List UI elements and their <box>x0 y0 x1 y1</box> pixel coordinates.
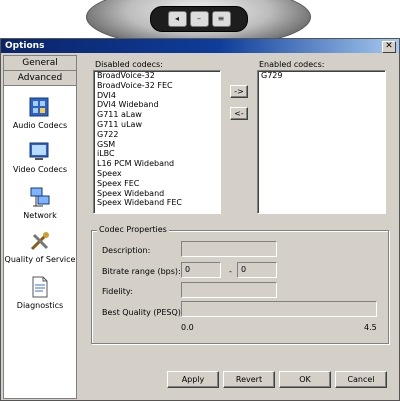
list-item[interactable]: Speex FEC <box>94 179 220 189</box>
list-item[interactable]: G729 <box>258 71 385 81</box>
nav-item-network[interactable]: Network <box>4 186 76 220</box>
bitrate-min-field: 0 <box>181 262 221 278</box>
nav-label-diagnostics: Diagnostics <box>16 301 64 310</box>
quality-scale-max: 4.5 <box>364 323 377 332</box>
nav-label-audio-codecs: Audio Codecs <box>12 121 68 130</box>
nav-label-quality-of-service: Quality of Service <box>4 255 76 264</box>
softphone-control-pad: ◂ – ≡ <box>150 6 248 32</box>
close-icon: ✕ <box>385 41 393 51</box>
options-navigation: General Advanced Audio Codecs Video Code… <box>3 55 77 399</box>
bitrate-label: Bitrate range (bps): <box>102 267 181 276</box>
list-item[interactable]: G711 uLaw <box>94 120 220 130</box>
list-item[interactable]: G711 aLaw <box>94 110 220 120</box>
bitrate-max-field: 0 <box>237 262 277 278</box>
description-field <box>181 241 277 257</box>
options-dialog: Options ✕ General Advanced Audio Codecs <box>0 38 400 401</box>
list-item[interactable]: Speex Wideband <box>94 189 220 199</box>
nav-item-audio-codecs[interactable]: Audio Codecs <box>4 96 76 130</box>
nav-tab-general[interactable]: General <box>4 56 76 71</box>
fidelity-field <box>181 282 277 298</box>
tools-icon <box>29 230 51 252</box>
audio-codecs-icon <box>29 96 51 118</box>
move-to-disabled-button[interactable]: <- <box>230 107 248 120</box>
disabled-codecs-label: Disabled codecs: <box>95 60 163 69</box>
nav-label-video-codecs: Video Codecs <box>12 165 67 174</box>
network-icon <box>29 186 51 208</box>
list-item[interactable]: L16 PCM Wideband <box>94 159 220 169</box>
list-item[interactable]: DVI4 <box>94 91 220 101</box>
apply-button[interactable]: Apply <box>167 371 219 388</box>
nav-item-quality-of-service[interactable]: Quality of Service <box>4 230 76 264</box>
fidelity-label: Fidelity: <box>102 287 133 296</box>
list-item[interactable]: Speex Wideband FEC <box>94 198 220 208</box>
best-quality-bar <box>181 301 377 317</box>
close-button[interactable]: ✕ <box>382 41 396 53</box>
list-item[interactable]: G722 <box>94 130 220 140</box>
list-item[interactable]: GSM <box>94 140 220 150</box>
nav-item-diagnostics[interactable]: Diagnostics <box>4 276 76 310</box>
window-title: Options <box>5 41 45 51</box>
move-to-enabled-button[interactable]: -> <box>230 85 248 98</box>
enabled-codecs-list[interactable]: G729 <box>257 70 386 214</box>
codec-properties-title: Codec Properties <box>97 225 169 234</box>
nav-label-network: Network <box>23 211 57 220</box>
list-item[interactable]: DVI4 Wideband <box>94 100 220 110</box>
list-item[interactable]: Speex <box>94 169 220 179</box>
nav-tab-advanced[interactable]: Advanced <box>4 71 76 86</box>
title-bar: Options <box>1 39 399 53</box>
enabled-codecs-label: Enabled codecs: <box>259 60 325 69</box>
quality-scale-min: 0.0 <box>181 323 194 332</box>
nav-item-video-codecs[interactable]: Video Codecs <box>4 140 76 174</box>
video-codecs-icon <box>29 140 51 162</box>
list-item[interactable]: BroadVoice-32 FEC <box>94 81 220 91</box>
phone-minimize-button[interactable]: – <box>189 11 209 27</box>
document-icon <box>29 276 51 298</box>
description-label: Description: <box>102 246 151 255</box>
disabled-codecs-list[interactable]: BroadVoice-32 BroadVoice-32 FEC DVI4 DVI… <box>93 70 221 214</box>
phone-back-button[interactable]: ◂ <box>167 11 187 27</box>
list-item[interactable]: BroadVoice-32 <box>94 71 220 81</box>
revert-button[interactable]: Revert <box>223 371 275 388</box>
best-quality-label: Best Quality (PESQ): <box>102 308 184 317</box>
bitrate-separator: - <box>229 267 232 276</box>
phone-menu-button[interactable]: ≡ <box>211 11 231 27</box>
ok-button[interactable]: OK <box>279 371 331 388</box>
list-item[interactable]: iLBC <box>94 149 220 159</box>
cancel-button[interactable]: Cancel <box>335 371 387 388</box>
